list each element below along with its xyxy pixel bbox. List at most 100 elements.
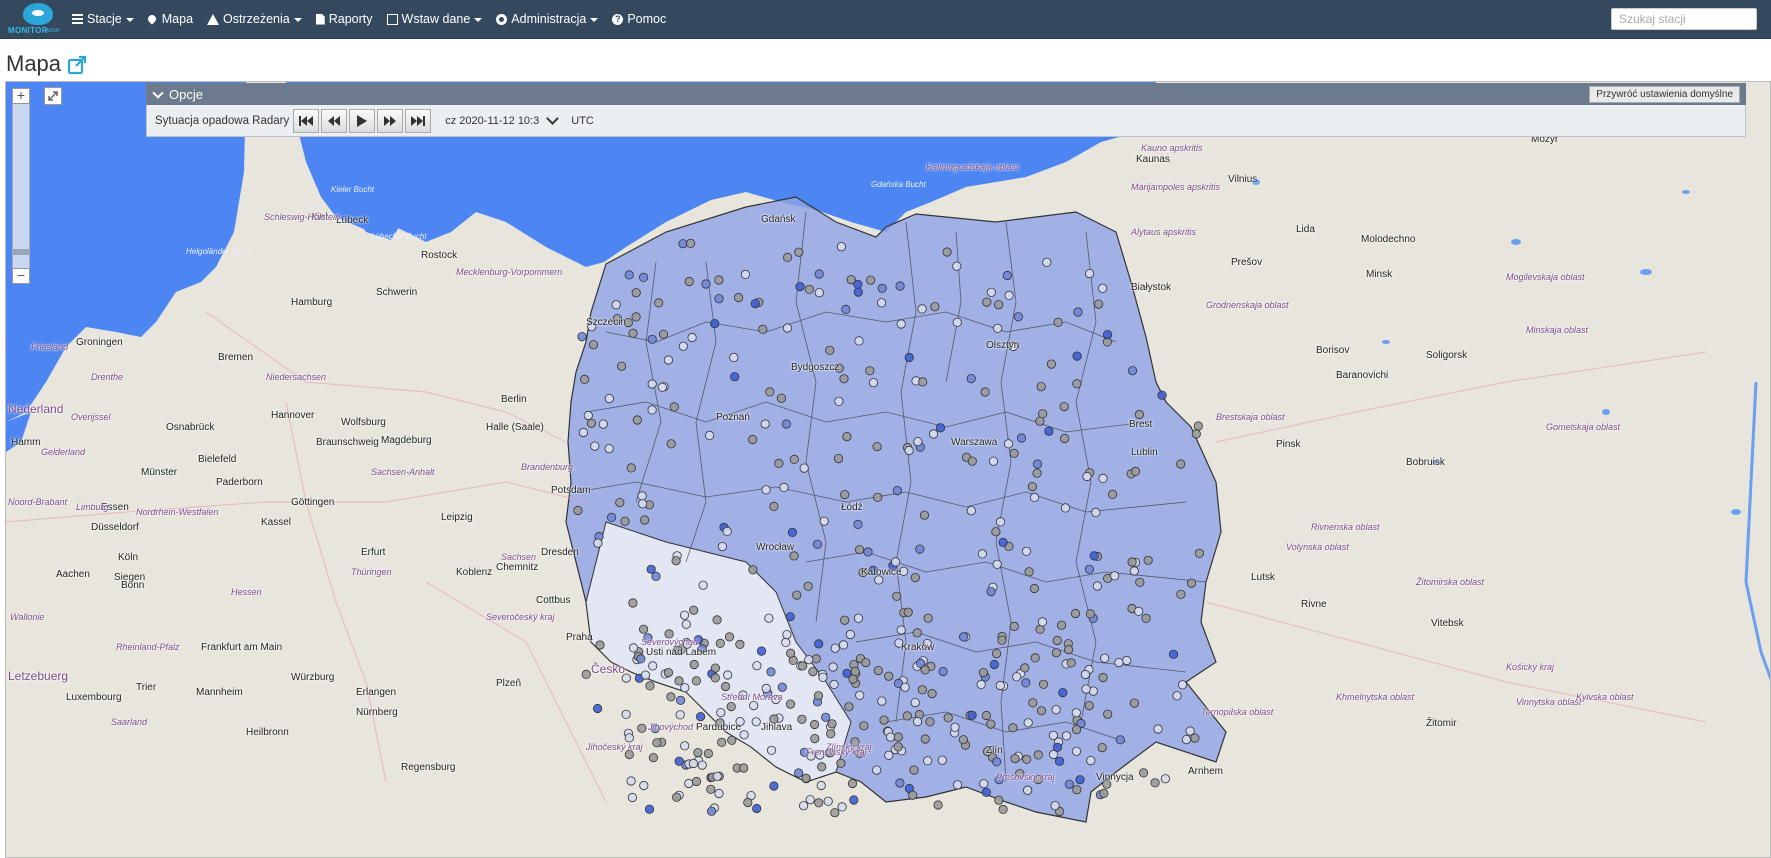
station-marker[interactable] <box>1141 613 1151 623</box>
station-marker[interactable] <box>839 374 849 384</box>
station-marker[interactable] <box>652 738 662 748</box>
station-marker[interactable] <box>988 456 999 466</box>
station-marker[interactable] <box>928 429 939 439</box>
station-marker[interactable] <box>689 659 699 670</box>
station-marker[interactable] <box>1030 653 1040 663</box>
station-marker[interactable] <box>701 279 711 289</box>
station-marker[interactable] <box>1021 546 1032 556</box>
station-marker[interactable] <box>715 638 725 649</box>
station-marker[interactable] <box>647 379 657 389</box>
station-marker[interactable] <box>1098 473 1108 483</box>
station-marker[interactable] <box>1082 471 1092 482</box>
station-marker[interactable] <box>859 721 869 731</box>
station-marker[interactable] <box>868 378 879 388</box>
station-marker[interactable] <box>872 441 882 452</box>
station-marker[interactable] <box>581 669 591 680</box>
station-marker[interactable] <box>1086 755 1096 766</box>
station-marker[interactable] <box>644 804 655 814</box>
station-marker[interactable] <box>647 334 657 344</box>
station-marker[interactable] <box>811 654 821 664</box>
station-marker[interactable] <box>836 242 847 252</box>
station-marker[interactable] <box>782 252 793 262</box>
station-marker[interactable] <box>1094 299 1104 309</box>
nav-ostrzezenia[interactable]: Ostrzeżenia <box>207 12 302 26</box>
station-marker[interactable] <box>814 269 824 279</box>
station-marker[interactable] <box>624 270 634 280</box>
station-marker[interactable] <box>615 497 625 508</box>
station-marker[interactable] <box>1053 317 1063 327</box>
station-marker[interactable] <box>1176 459 1186 469</box>
station-marker[interactable] <box>991 648 1002 659</box>
station-marker[interactable] <box>792 590 802 600</box>
station-marker[interactable] <box>593 538 603 548</box>
station-marker[interactable] <box>892 485 903 496</box>
station-marker[interactable] <box>803 581 813 591</box>
station-marker[interactable] <box>1046 359 1057 369</box>
station-marker[interactable] <box>1103 330 1113 340</box>
station-marker[interactable] <box>758 324 768 334</box>
station-marker[interactable] <box>895 281 905 291</box>
station-marker[interactable] <box>1048 730 1059 740</box>
station-marker[interactable] <box>637 723 647 733</box>
station-marker[interactable] <box>766 745 777 755</box>
station-marker[interactable] <box>638 624 649 634</box>
zoom-out-button[interactable]: − <box>12 268 30 284</box>
zoom-in-button[interactable]: + <box>12 88 30 104</box>
station-marker[interactable] <box>1029 583 1040 594</box>
station-marker[interactable] <box>637 491 647 501</box>
station-marker[interactable] <box>1134 606 1144 616</box>
station-marker[interactable] <box>739 730 749 740</box>
station-marker[interactable] <box>1060 503 1071 513</box>
station-marker[interactable] <box>893 742 903 752</box>
station-marker[interactable] <box>915 658 926 669</box>
station-marker[interactable] <box>967 456 977 466</box>
station-marker[interactable] <box>764 613 774 623</box>
station-marker[interactable] <box>909 765 919 775</box>
station-marker[interactable] <box>992 559 1002 569</box>
station-marker[interactable] <box>639 515 650 525</box>
station-marker[interactable] <box>904 352 914 363</box>
station-marker[interactable] <box>749 700 759 711</box>
station-marker[interactable] <box>645 681 655 691</box>
station-marker[interactable] <box>850 666 860 677</box>
station-marker[interactable] <box>1114 657 1124 668</box>
station-marker[interactable] <box>712 771 722 781</box>
station-marker[interactable] <box>611 300 621 310</box>
station-marker[interactable] <box>847 778 858 789</box>
station-marker[interactable] <box>1134 409 1145 420</box>
station-marker[interactable] <box>1022 754 1032 764</box>
station-marker[interactable] <box>1191 429 1201 439</box>
station-marker[interactable] <box>680 741 690 751</box>
station-marker[interactable] <box>1058 687 1068 698</box>
station-marker[interactable] <box>833 453 844 464</box>
nav-mapa[interactable]: Mapa <box>146 12 193 26</box>
station-marker[interactable] <box>943 713 953 723</box>
station-marker[interactable] <box>900 682 910 692</box>
station-marker[interactable] <box>1003 439 1014 449</box>
station-marker[interactable] <box>1160 774 1171 784</box>
station-marker[interactable] <box>714 788 724 799</box>
station-marker[interactable] <box>1008 723 1018 733</box>
station-marker[interactable] <box>1135 577 1145 587</box>
station-marker[interactable] <box>1089 551 1099 561</box>
station-marker[interactable] <box>910 697 920 708</box>
play-button[interactable] <box>349 108 376 133</box>
station-marker[interactable] <box>769 501 779 511</box>
last-frame-button[interactable] <box>405 108 432 133</box>
station-marker[interactable] <box>1091 507 1101 517</box>
station-marker[interactable] <box>827 719 837 729</box>
station-marker[interactable] <box>937 755 947 765</box>
station-marker[interactable] <box>681 619 691 629</box>
station-marker[interactable] <box>982 297 992 307</box>
station-marker[interactable] <box>751 717 761 727</box>
station-marker[interactable] <box>689 605 699 615</box>
station-marker[interactable] <box>1002 270 1012 281</box>
station-marker[interactable] <box>1072 785 1082 795</box>
station-marker[interactable] <box>1070 608 1081 619</box>
station-marker[interactable] <box>799 463 809 473</box>
station-marker[interactable] <box>647 405 657 415</box>
station-marker[interactable] <box>1100 653 1110 663</box>
station-marker[interactable] <box>1052 635 1062 646</box>
station-marker[interactable] <box>620 516 630 526</box>
station-marker[interactable] <box>992 757 1002 767</box>
